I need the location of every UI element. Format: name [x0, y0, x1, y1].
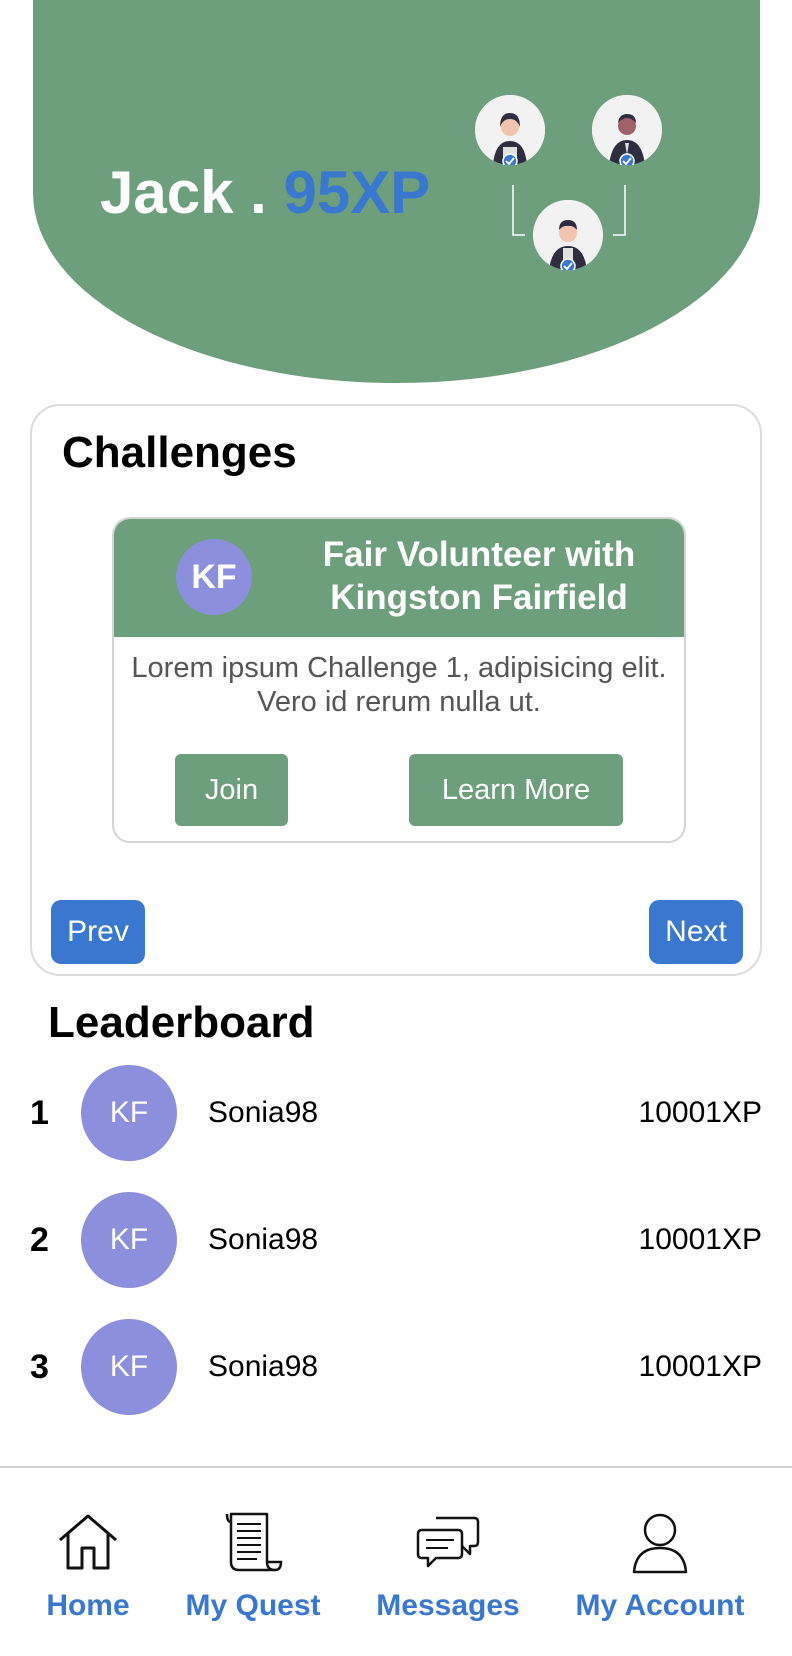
nav-item-my-account[interactable]: My Account: [570, 1468, 750, 1656]
challenge-card[interactable]: KF Fair Volunteer with Kingston Fairfiel…: [112, 517, 686, 843]
challenge-description: Lorem ipsum Challenge 1, adipisicing eli…: [114, 651, 684, 719]
challenges-title: Challenges: [62, 428, 297, 477]
challenge-description-line: Lorem ipsum Challenge 1, adipisicing eli…: [131, 652, 667, 684]
nav-item-my-quest[interactable]: My Quest: [178, 1468, 328, 1656]
challenge-card-header: KF Fair Volunteer with Kingston Fairfiel…: [114, 519, 684, 637]
person-avatar-icon: [592, 95, 662, 165]
leaderboard-username[interactable]: Sonia98: [208, 1222, 318, 1258]
leaderboard-rank: 3: [30, 1348, 49, 1386]
challenges-panel: Challenges KF Fair Volunteer with Kingst…: [30, 404, 762, 976]
leaderboard-username[interactable]: Sonia98: [208, 1095, 318, 1131]
leaderboard-row: 2 KF Sonia98 10001XP: [0, 1192, 792, 1288]
leaderboard-xp: 10001XP: [638, 1096, 762, 1129]
leaderboard-title: Leaderboard: [48, 998, 315, 1047]
join-button[interactable]: Join: [175, 754, 288, 826]
leaderboard-row: 3 KF Sonia98 10001XP: [0, 1319, 792, 1415]
challenge-title-line: Fair Volunteer with: [322, 535, 636, 574]
avatar[interactable]: KF: [81, 1192, 177, 1288]
nav-item-messages[interactable]: Messages: [368, 1468, 528, 1656]
challenge-title-line: Kingston Fairfield: [330, 578, 628, 617]
leaderboard-xp: 10001XP: [638, 1350, 762, 1383]
leaderboard-rank: 2: [30, 1221, 49, 1259]
nav-item-home[interactable]: Home: [28, 1468, 148, 1656]
nav-label-my-quest: My Quest: [185, 1589, 321, 1622]
leaderboard-rank: 1: [30, 1094, 49, 1132]
user-name: Jack .: [100, 159, 267, 226]
chat-icon: [416, 1516, 480, 1568]
avatar[interactable]: KF: [81, 1319, 177, 1415]
nav-label-messages: Messages: [376, 1589, 520, 1622]
user-greeting: Jack . 95XP: [100, 158, 430, 228]
user-xp: 95XP: [283, 159, 431, 226]
leaderboard-row: 1 KF Sonia98 10001XP: [0, 1065, 792, 1161]
people-illustration: [475, 95, 715, 285]
home-icon: [59, 1514, 117, 1570]
bottom-nav: Home My Quest Messages My Account: [0, 1466, 792, 1656]
nav-label-home: Home: [46, 1589, 130, 1622]
challenge-title: Fair Volunteer with Kingston Fairfield: [294, 533, 664, 619]
person-avatar-icon: [533, 200, 603, 270]
user-icon: [632, 1513, 688, 1574]
challenge-avatar: KF: [176, 539, 252, 615]
next-button[interactable]: Next: [649, 900, 743, 964]
nav-label-my-account: My Account: [575, 1589, 745, 1622]
scroll-icon: [225, 1512, 283, 1572]
avatar[interactable]: KF: [81, 1065, 177, 1161]
learn-more-button[interactable]: Learn More: [409, 754, 623, 826]
leaderboard-xp: 10001XP: [638, 1223, 762, 1256]
leaderboard-username[interactable]: Sonia98: [208, 1349, 318, 1385]
person-avatar-icon: [475, 95, 545, 165]
prev-button[interactable]: Prev: [51, 900, 145, 964]
challenge-description-line: Vero id rerum nulla ut.: [257, 686, 541, 718]
